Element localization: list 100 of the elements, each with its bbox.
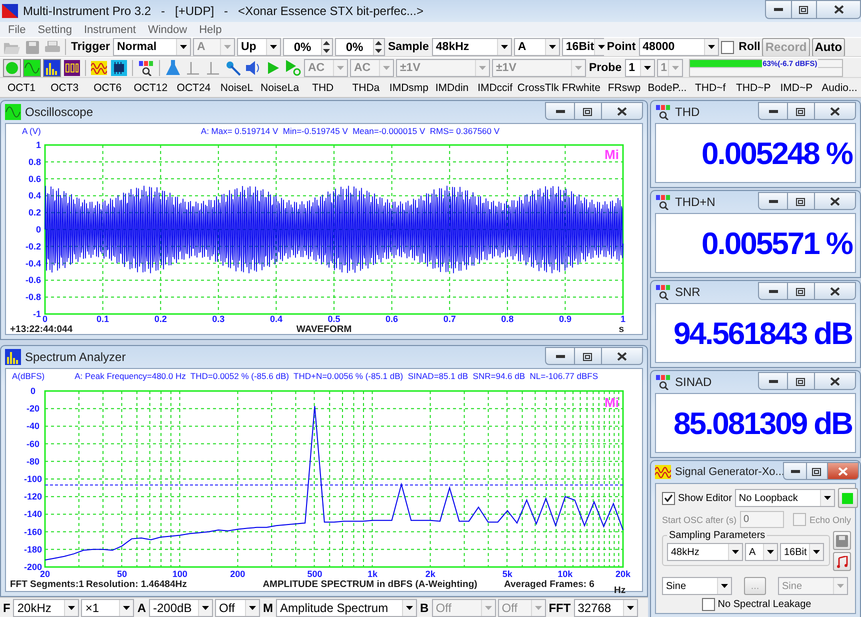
- analysis-button[interactable]: Audio...: [818, 78, 861, 97]
- start-button[interactable]: [838, 488, 858, 508]
- digital-display-icon[interactable]: [63, 58, 81, 76]
- close-button[interactable]: [601, 102, 643, 120]
- analysis-button[interactable]: CrossTlk: [516, 78, 560, 97]
- restore-button[interactable]: [806, 462, 828, 480]
- checkbox-label[interactable]: Roll: [738, 41, 760, 53]
- minimize-button[interactable]: [765, 0, 792, 19]
- magnifier-icon[interactable]: [137, 58, 155, 76]
- analysis-button[interactable]: FRswp: [602, 78, 646, 97]
- minimize-button[interactable]: [783, 462, 808, 480]
- menu-item[interactable]: File: [2, 24, 32, 36]
- toolbar-label: FFT: [548, 600, 572, 614]
- analysis-button[interactable]: IMDdin: [430, 78, 474, 97]
- chip-icon[interactable]: [110, 58, 128, 76]
- dropdown[interactable]: 20kHz: [13, 598, 80, 616]
- close-button[interactable]: [816, 0, 861, 19]
- music-button[interactable]: [833, 552, 851, 571]
- analysis-button[interactable]: THD~P: [732, 78, 775, 97]
- wave-icon[interactable]: [90, 58, 108, 76]
- dropdown[interactable]: -200dB: [149, 598, 214, 616]
- axis-tick-label: -120: [24, 492, 42, 502]
- dropdown[interactable]: 48000: [638, 38, 719, 56]
- toolbar-label: M: [262, 600, 274, 614]
- restore-button[interactable]: [574, 347, 602, 365]
- analysis-button[interactable]: OCT3: [43, 78, 86, 97]
- restore-button[interactable]: [787, 192, 815, 210]
- dropdown[interactable]: Amplitude Spectrum: [276, 598, 418, 616]
- analysis-button[interactable]: NoiseLa: [258, 78, 302, 97]
- restore-button[interactable]: [791, 0, 817, 19]
- minimize-button[interactable]: [545, 102, 575, 120]
- analysis-button[interactable]: IMDsmp: [387, 78, 430, 97]
- caret-icon: [479, 66, 486, 70]
- dropdown[interactable]: Off: [215, 598, 260, 616]
- minimize-button[interactable]: [758, 192, 788, 210]
- analysis-button[interactable]: FRwhite: [560, 78, 603, 97]
- fft-segments: FFT Segments:1: [10, 579, 84, 590]
- analysis-button[interactable]: THD~f: [688, 78, 732, 97]
- menu-item[interactable]: Help: [193, 24, 228, 36]
- speaker-icon[interactable]: [244, 58, 262, 76]
- analysis-button[interactable]: OCT24: [172, 78, 216, 97]
- measurement-stats: A: Max= 0.519714 V Min=-0.519745 V Mean=-0.000015 V RMS= 0.367560 V: [200, 126, 500, 136]
- close-button[interactable]: [814, 372, 856, 390]
- axis-tick-label: 0.7: [443, 314, 456, 324]
- menu-item[interactable]: Setting: [32, 24, 78, 36]
- analysis-button[interactable]: IMD~P: [774, 78, 818, 97]
- analysis-button[interactable]: NoiseL: [215, 78, 258, 97]
- analysis-button[interactable]: OCT6: [86, 78, 130, 97]
- sine-wave-icon[interactable]: [23, 58, 41, 76]
- minimize-button[interactable]: [545, 347, 575, 365]
- restore-button[interactable]: [787, 372, 815, 390]
- minimize-button[interactable]: [758, 102, 788, 120]
- checkbox-label[interactable]: Show Editor: [678, 492, 732, 504]
- caret-icon: [813, 550, 820, 554]
- dropdown[interactable]: 32768: [574, 598, 638, 616]
- close-button[interactable]: [814, 102, 856, 120]
- dropdown[interactable]: A: [745, 543, 778, 561]
- checkbox[interactable]: [662, 492, 675, 504]
- close-button[interactable]: [814, 282, 856, 300]
- bar-chart-icon[interactable]: [43, 58, 61, 76]
- dropdown[interactable]: No Loopback: [734, 489, 835, 507]
- analysis-button[interactable]: IMDccif: [474, 78, 517, 97]
- analysis-button[interactable]: THD: [301, 78, 344, 97]
- minimize-button[interactable]: [758, 282, 788, 300]
- close-button[interactable]: [601, 347, 643, 365]
- dropdown[interactable]: 48kHz: [432, 38, 512, 56]
- spin-field[interactable]: 0%: [334, 38, 385, 56]
- analysis-button[interactable]: OCT1: [0, 78, 44, 97]
- minimize-button[interactable]: [758, 372, 788, 390]
- menu-item[interactable]: Window: [142, 24, 194, 36]
- analysis-button[interactable]: OCT12: [129, 78, 172, 97]
- axis-tick-label: -180: [24, 544, 42, 554]
- analysis-button[interactable]: THDa: [344, 78, 388, 97]
- close-icon: [834, 5, 844, 14]
- caret-icon: [767, 550, 774, 554]
- dropdown[interactable]: A: [514, 38, 560, 56]
- dropdown[interactable]: 16Bit: [780, 543, 824, 561]
- spinner-icon[interactable]: [375, 41, 382, 53]
- checkbox-label[interactable]: No Spectral Leakage: [718, 599, 812, 610]
- spin-field[interactable]: 0%: [282, 38, 333, 56]
- circle-icon[interactable]: [3, 58, 21, 76]
- save-button[interactable]: [833, 531, 851, 550]
- toolbar-label: Sample: [386, 41, 430, 53]
- dropdown[interactable]: Sine: [662, 577, 732, 595]
- restore-button[interactable]: [574, 102, 602, 120]
- menu-item[interactable]: Instrument: [78, 24, 142, 36]
- dropdown[interactable]: ×1: [81, 598, 134, 616]
- analysis-button[interactable]: BodeP...: [646, 78, 689, 97]
- dropdown[interactable]: 48kHz: [667, 543, 743, 561]
- close-button[interactable]: [814, 192, 856, 210]
- probe-icon[interactable]: [224, 58, 242, 76]
- restore-button[interactable]: [787, 102, 815, 120]
- restore-button[interactable]: [787, 282, 815, 300]
- toolbar-button[interactable]: Auto: [812, 38, 846, 56]
- dropdown[interactable]: Up: [236, 38, 281, 56]
- checkbox[interactable]: [702, 598, 715, 611]
- dropdown[interactable]: 1: [624, 58, 655, 76]
- checkbox[interactable]: [720, 40, 734, 54]
- spinner-icon[interactable]: [323, 41, 330, 53]
- dropdown[interactable]: Normal: [112, 38, 191, 56]
